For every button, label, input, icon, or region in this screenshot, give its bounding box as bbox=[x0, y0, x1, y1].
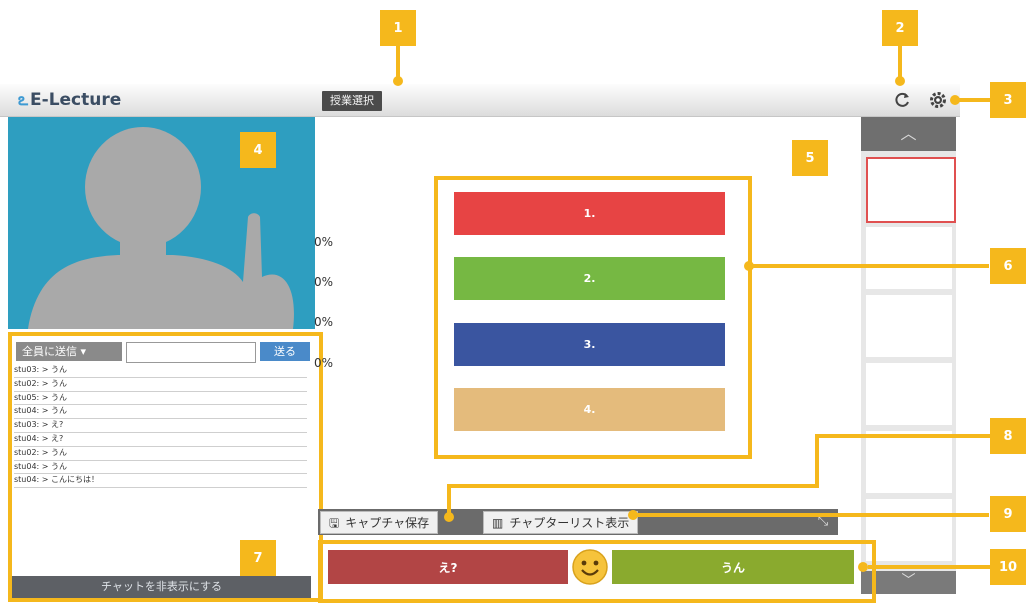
chat-message: stu05: > うん bbox=[14, 392, 307, 406]
send-button[interactable]: 送る bbox=[260, 342, 310, 361]
slide-thumbnail-strip: ︿ ﹀ bbox=[861, 117, 956, 594]
slide-thumbnail[interactable] bbox=[866, 295, 952, 357]
save-icon: 🖫 bbox=[329, 515, 340, 530]
callout-line bbox=[868, 565, 990, 569]
chat-controls: 全員に送信 ▾ 送る bbox=[16, 340, 310, 363]
chat-message: stu03: > うん bbox=[14, 364, 307, 378]
chat-message-list: stu03: > うん stu02: > うん stu05: > うん stu0… bbox=[14, 364, 307, 489]
callout-3: 3 bbox=[990, 82, 1026, 118]
yes-reaction-button[interactable]: うん bbox=[612, 550, 854, 584]
callout-line bbox=[815, 434, 819, 486]
callout-line bbox=[447, 484, 451, 515]
callout-4: 4 bbox=[240, 132, 276, 168]
callout-dot bbox=[950, 95, 960, 105]
header-bar bbox=[0, 84, 960, 117]
callout-line bbox=[749, 264, 989, 268]
list-icon: ▥ bbox=[492, 515, 504, 530]
slide-thumbnail-active[interactable] bbox=[866, 157, 956, 223]
callout-line bbox=[815, 434, 990, 438]
callout-1: 1 bbox=[380, 10, 416, 46]
choice-button-4[interactable]: 4. bbox=[454, 388, 725, 431]
chat-message-input[interactable] bbox=[126, 342, 256, 363]
callout-dot bbox=[744, 261, 754, 271]
chat-message: stu03: > え? bbox=[14, 419, 307, 433]
callout-8: 8 bbox=[990, 418, 1026, 454]
choice-percent: 0% bbox=[314, 315, 334, 329]
capture-save-button[interactable]: 🖫 キャプチャ保存 bbox=[320, 511, 439, 534]
chat-message: stu04: > うん bbox=[14, 461, 307, 475]
callout-6: 6 bbox=[990, 248, 1026, 284]
refresh-icon[interactable] bbox=[892, 90, 912, 110]
logo-icon: ఽ bbox=[18, 90, 29, 110]
hide-chat-button[interactable]: チャットを非表示にする bbox=[12, 576, 311, 598]
slide-thumbnail[interactable] bbox=[866, 499, 952, 561]
app-logo: ఽ E-Lecture bbox=[18, 90, 122, 110]
callout-line bbox=[447, 484, 819, 488]
choice-percent: 0% bbox=[314, 275, 334, 289]
recipient-select[interactable]: 全員に送信 ▾ bbox=[16, 342, 122, 361]
chapter-list-button[interactable]: ▥ チャプターリスト表示 bbox=[483, 511, 639, 534]
choice-percent: 0% bbox=[314, 235, 334, 249]
callout-dot bbox=[628, 510, 638, 520]
huh-reaction-button[interactable]: え? bbox=[328, 550, 568, 584]
answer-choices: 1. 2. 3. 4. bbox=[434, 176, 752, 459]
choice-button-1[interactable]: 1. bbox=[454, 192, 725, 235]
callout-dot bbox=[858, 562, 868, 572]
callout-10: 10 bbox=[990, 549, 1026, 585]
callout-line bbox=[633, 513, 989, 517]
choice-percent: 0% bbox=[314, 356, 334, 370]
slide-thumbnail[interactable] bbox=[866, 227, 952, 289]
choice-button-2[interactable]: 2. bbox=[454, 257, 725, 300]
smiley-icon[interactable] bbox=[571, 548, 609, 586]
reaction-bar: え? うん bbox=[318, 540, 876, 603]
chat-message: stu04: > うん bbox=[14, 405, 307, 420]
slide-thumbnail[interactable] bbox=[866, 363, 952, 425]
callout-dot bbox=[895, 76, 905, 86]
slide-thumbnail[interactable] bbox=[866, 431, 952, 493]
choice-button-3[interactable]: 3. bbox=[454, 323, 725, 366]
chat-message: stu04: > こんにちは！ bbox=[14, 474, 307, 489]
callout-line bbox=[396, 44, 400, 78]
callout-line bbox=[898, 44, 902, 78]
callout-9: 9 bbox=[990, 496, 1026, 532]
chat-message: stu02: > うん bbox=[14, 378, 307, 392]
lecture-select-button[interactable]: 授業選択 bbox=[322, 91, 382, 111]
callout-line bbox=[955, 98, 990, 102]
callout-7: 7 bbox=[240, 540, 276, 576]
chat-message: stu02: > うん bbox=[14, 447, 307, 461]
scroll-up-button[interactable]: ︿ bbox=[861, 117, 956, 151]
callout-dot bbox=[444, 512, 454, 522]
callout-5: 5 bbox=[792, 140, 828, 176]
chat-message: stu04: > え? bbox=[14, 433, 307, 447]
gear-icon[interactable] bbox=[928, 90, 948, 110]
callout-dot bbox=[393, 76, 403, 86]
callout-2: 2 bbox=[882, 10, 918, 46]
